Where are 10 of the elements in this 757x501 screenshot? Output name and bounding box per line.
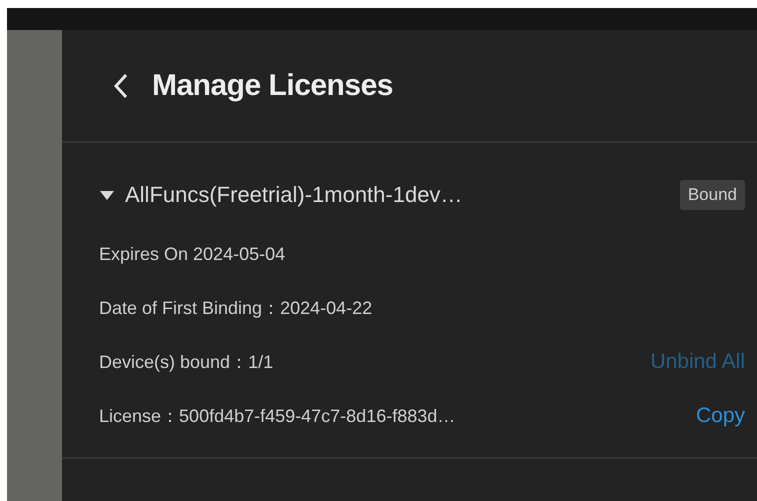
license-name: AllFuncs(Freetrial)-1month-1dev… xyxy=(125,182,462,208)
copy-link[interactable]: Copy xyxy=(696,404,745,428)
license-key: License：500fd4b7-f459-47c7-8d16-f883d… xyxy=(99,404,456,428)
first-binding-date: Date of First Binding：2024-04-22 xyxy=(99,297,372,320)
back-icon[interactable] xyxy=(114,72,128,98)
status-badge: Bound xyxy=(680,180,745,210)
devices-bound: Device(s) bound：1/1 xyxy=(99,351,274,374)
page-title: Manage Licenses xyxy=(152,68,393,102)
expiry-date: Expires On 2024-05-04 xyxy=(99,244,286,264)
expand-arrow-icon[interactable] xyxy=(99,189,115,201)
